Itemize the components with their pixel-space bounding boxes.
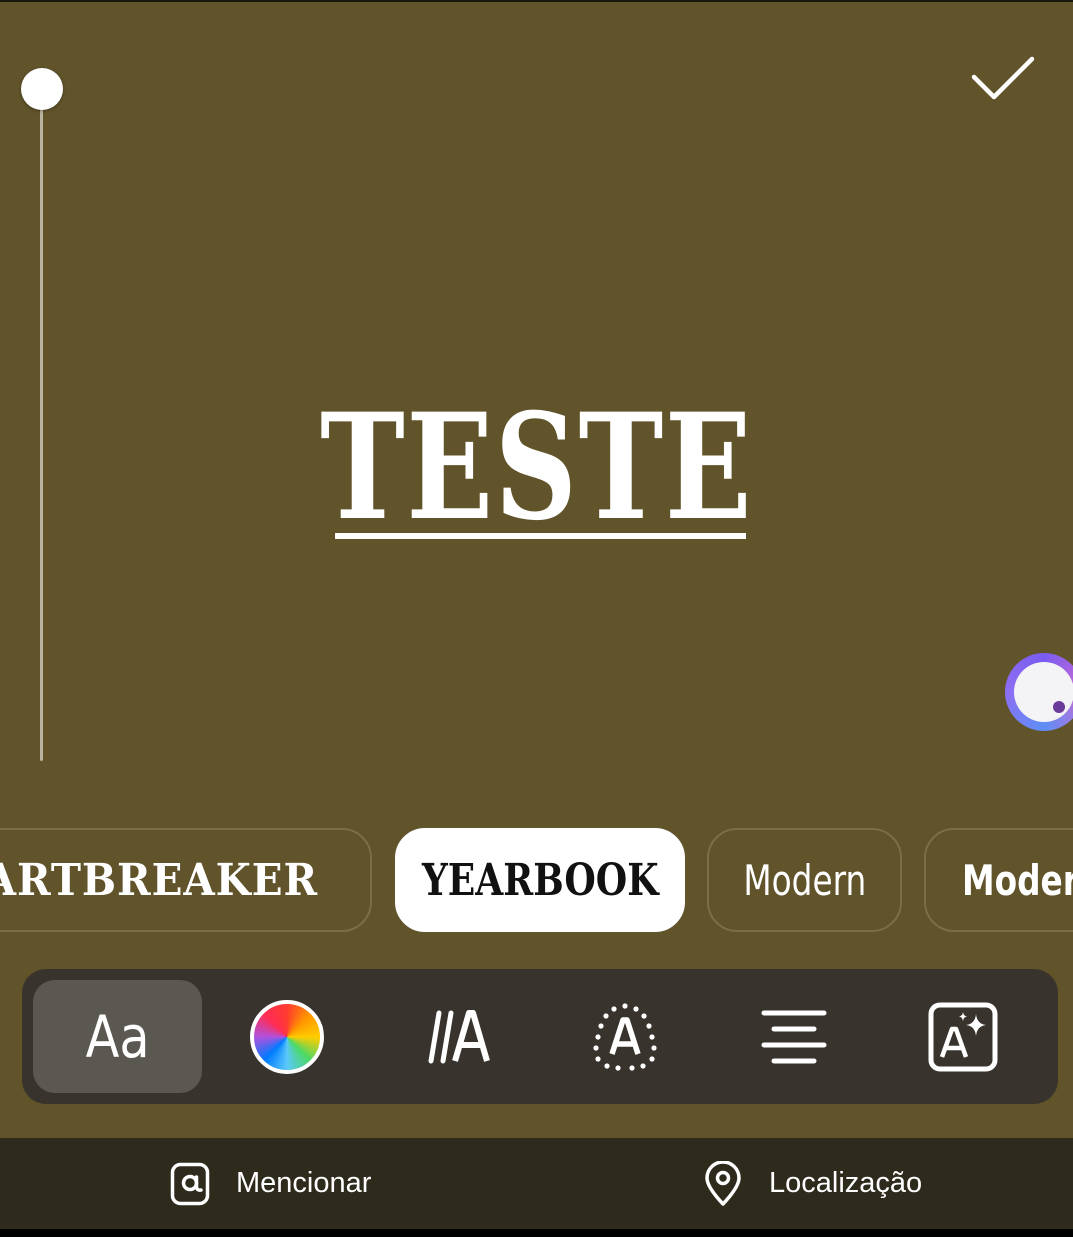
check-icon <box>971 56 1035 100</box>
mention-button[interactable]: Mencionar <box>170 1138 371 1229</box>
color-tool-button[interactable] <box>202 980 371 1093</box>
text-animation-icon <box>428 1009 490 1063</box>
effect-tool-button[interactable] <box>540 980 709 1093</box>
mention-label: Mencionar <box>236 1167 372 1199</box>
font-option-heartbreaker[interactable]: EARTBREAKER <box>0 828 372 932</box>
location-button[interactable]: Localização <box>703 1138 922 1229</box>
font-option-modern-bold[interactable]: Modern <box>924 828 1073 932</box>
text-size-slider-thumb[interactable] <box>21 68 63 110</box>
animation-tool-button[interactable] <box>371 980 540 1093</box>
top-edge <box>0 0 1073 2</box>
text-effect-icon <box>592 1002 657 1071</box>
bottom-bar: Mencionar Localização <box>0 1138 1073 1229</box>
font-option-modern[interactable]: Modern <box>707 828 902 932</box>
align-center-icon <box>761 1010 826 1063</box>
font-option-label: EARTBREAKER <box>0 854 319 906</box>
map-pin-icon <box>705 1160 741 1206</box>
font-option-label: Modern <box>962 855 1073 905</box>
color-wheel-icon <box>249 999 324 1074</box>
ai-sparkle-icon <box>928 1002 997 1071</box>
align-tool-button[interactable] <box>709 980 878 1093</box>
story-text-block[interactable]: TESTE <box>0 395 1073 545</box>
at-sign-icon <box>170 1162 210 1205</box>
text-toolbar: Aa <box>22 969 1058 1104</box>
font-option-label: Modern <box>743 855 866 905</box>
bottom-edge <box>0 1229 1073 1237</box>
font-tool-label: Aa <box>85 1002 150 1071</box>
font-tool-button[interactable]: Aa <box>33 980 202 1093</box>
ai-effect-orb-dot <box>1053 701 1065 713</box>
location-label: Localização <box>769 1167 923 1199</box>
ai-style-tool-button[interactable] <box>878 980 1047 1093</box>
font-option-label: YEARBOOK <box>421 854 659 906</box>
story-text-underline <box>335 533 746 539</box>
story-canvas: TESTE EARTBREAKER YEARBOOK Modern Modern… <box>0 0 1073 1138</box>
font-option-yearbook[interactable]: YEARBOOK <box>395 828 685 932</box>
font-picker: EARTBREAKER YEARBOOK Modern Modern <box>0 828 1073 936</box>
ai-effect-orb[interactable] <box>1005 653 1073 731</box>
done-button[interactable] <box>964 48 1042 108</box>
story-text[interactable]: TESTE <box>320 395 753 545</box>
ai-effect-orb-inner <box>1014 662 1073 722</box>
